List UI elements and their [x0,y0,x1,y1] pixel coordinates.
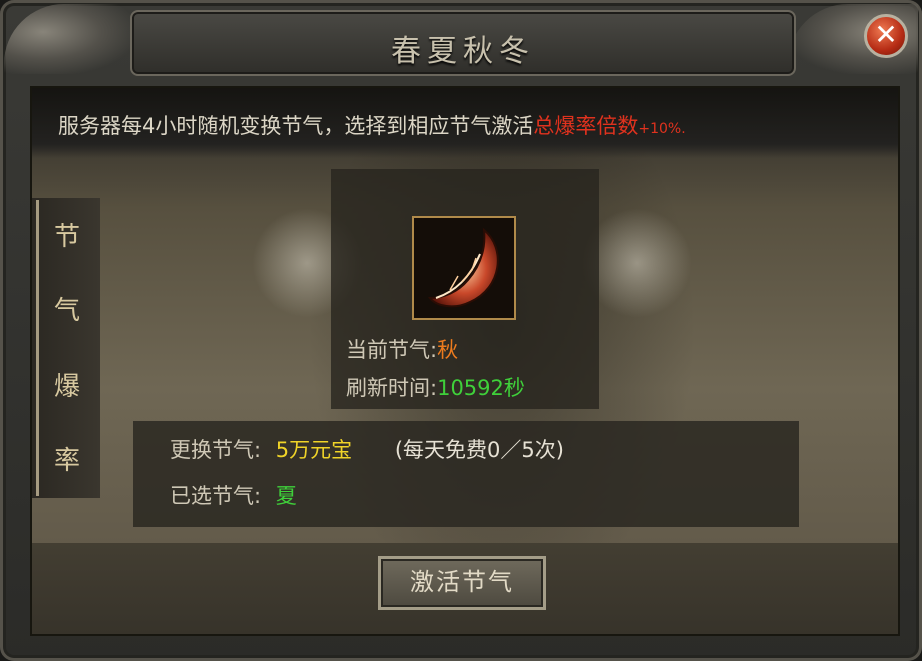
activate-season-button[interactable]: 激活节气 [378,556,546,610]
close-icon: ✕ [874,18,898,51]
current-season-value: 秋 [437,338,459,362]
refresh-time-row: 刷新时间:10592秒 [346,372,525,402]
info-highlight-text: 总爆率倍数 [533,114,639,138]
side-tab-char: 爆 [54,372,81,402]
side-tab-char: 气 [54,296,81,326]
free-count-note: (每天免费0／5次) [394,438,564,462]
change-season-row: 更换节气: 5万元宝 (每天免费0／5次) [170,434,564,464]
selected-season-label: 已选节气: [170,484,262,508]
autumn-leaf-icon [414,218,514,318]
wing-ornament-left [4,4,134,74]
info-text: 服务器每4小时随机变换节气，选择到相应节气激活总爆率倍数+10%. [58,110,686,140]
dialog-title: 春夏秋冬 [391,34,535,69]
info-main-text: 服务器每4小时随机变换节气，选择到相应节气激活 [58,114,534,138]
refresh-time-value: 10592秒 [437,376,525,400]
side-tab-char: 率 [54,446,81,476]
side-tab-char: 节 [54,222,81,252]
title-bar: 春夏秋冬 [130,10,796,76]
content-panel: 服务器每4小时随机变换节气，选择到相应节气激活总爆率倍数+10%. 节 气 爆 … [30,86,900,636]
season-item-slot[interactable] [412,216,516,320]
selected-season-value: 夏 [275,484,297,508]
current-season-row: 当前节气:秋 [346,334,458,364]
close-button[interactable]: ✕ [864,14,908,58]
change-season-label: 更换节气: [170,438,262,462]
info-bonus-text: +10%. [638,121,686,137]
info-banner: 服务器每4小时随机变换节气，选择到相应节气激活总爆率倍数+10%. [32,88,898,158]
dialog-window: 春夏秋冬 ✕ 服务器每4小时随机变换节气，选择到相应节气激活总爆率倍数+10%.… [0,0,922,661]
change-season-cost: 5万元宝 [275,438,353,462]
refresh-time-label: 刷新时间: [346,376,438,400]
current-season-label: 当前节气: [346,338,438,362]
selected-season-row: 已选节气: 夏 [170,480,297,510]
side-tab-rail [36,200,39,496]
